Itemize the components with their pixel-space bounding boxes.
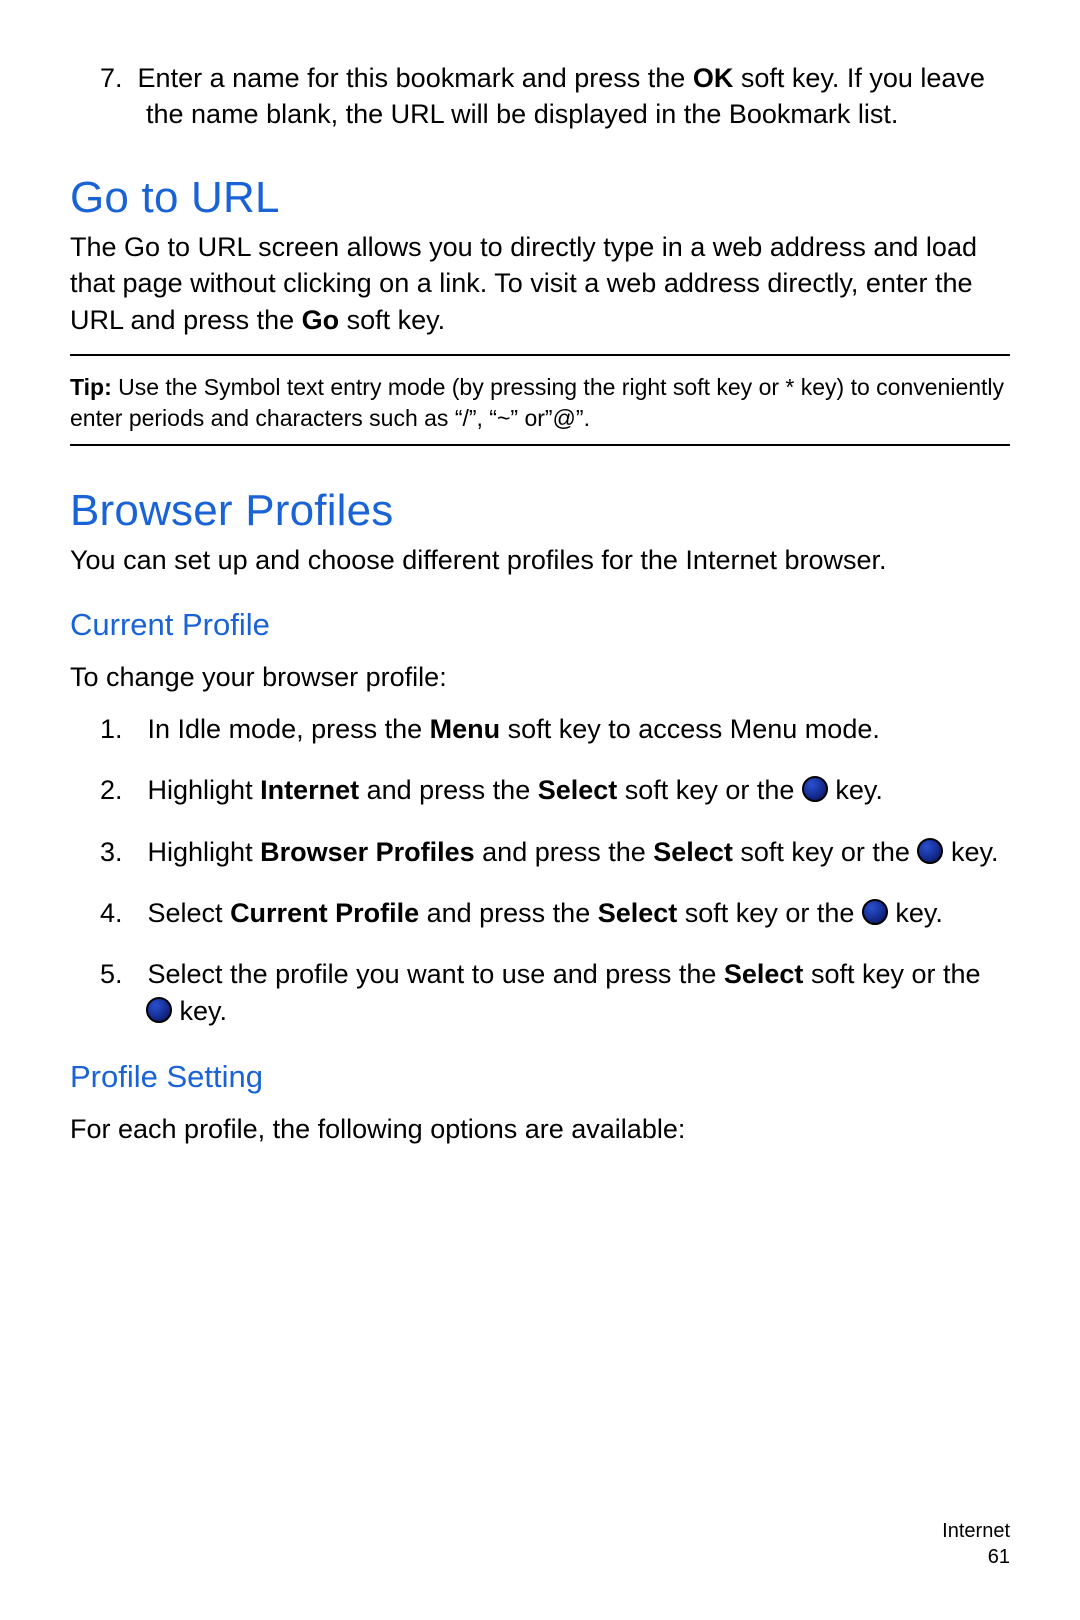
body-text: For each profile, the following options … — [70, 1111, 1010, 1147]
text-run: key. — [172, 996, 227, 1026]
body-text: The Go to URL screen allows you to direc… — [70, 229, 1010, 338]
bold-text: Menu — [430, 714, 501, 744]
footer-section: Internet — [942, 1518, 1010, 1544]
step-number: 7. — [100, 63, 123, 93]
tip-label: Tip: — [70, 374, 112, 400]
heading-browser-profiles: Browser Profiles — [70, 486, 1010, 536]
step-item: Select Current Profile and press the Sel… — [100, 895, 1010, 932]
text-run: and press the — [359, 775, 538, 805]
page-footer: Internet 61 — [942, 1518, 1010, 1570]
step-item: In Idle mode, press the Menu soft key to… — [100, 711, 1010, 748]
nav-key-icon — [862, 899, 888, 925]
bold-text: Browser Profiles — [260, 837, 475, 867]
step-item: Highlight Browser Profiles and press the… — [100, 834, 1010, 871]
text-run: soft key or the — [803, 959, 980, 989]
divider — [70, 444, 1010, 446]
heading-go-to-url: Go to URL — [70, 173, 1010, 223]
text-run: Highlight — [148, 775, 261, 805]
footer-page-number: 61 — [942, 1544, 1010, 1570]
tip-text: Use the Symbol text entry mode (by press… — [70, 374, 1004, 431]
bold-text: OK — [693, 63, 734, 93]
body-text: You can set up and choose different prof… — [70, 542, 1010, 578]
subheading-current-profile: Current Profile — [70, 607, 1010, 643]
text-run: key. — [943, 837, 998, 867]
nav-key-icon — [802, 776, 828, 802]
text-run: soft key to access Menu mode. — [500, 714, 880, 744]
text-run: Select the profile you want to use and p… — [148, 959, 724, 989]
bold-text: Select — [538, 775, 618, 805]
text-run: In Idle mode, press the — [148, 714, 430, 744]
text-run: Highlight — [148, 837, 261, 867]
document-page: 7. Enter a name for this bookmark and pr… — [0, 0, 1080, 1620]
text-run: and press the — [475, 837, 654, 867]
text-run: soft key. — [339, 305, 445, 335]
tip-block: Tip: Use the Symbol text entry mode (by … — [70, 372, 1010, 434]
steps-list: In Idle mode, press the Menu soft key to… — [70, 711, 1010, 1031]
bold-text: Select — [724, 959, 804, 989]
bold-text: Current Profile — [230, 898, 419, 928]
step-item: Select the profile you want to use and p… — [100, 956, 1010, 1031]
body-text: To change your browser profile: — [70, 659, 1010, 695]
nav-key-icon — [146, 997, 172, 1023]
text-run: soft key or the — [617, 775, 802, 805]
text-run: The Go to URL screen allows you to direc… — [70, 232, 977, 335]
bold-text: Internet — [260, 775, 359, 805]
step-text: Enter a name for this bookmark and press… — [138, 63, 693, 93]
nav-key-icon — [917, 838, 943, 864]
text-run: soft key or the — [677, 898, 862, 928]
text-run: Select — [148, 898, 231, 928]
text-run: soft key or the — [733, 837, 918, 867]
bold-text: Go — [302, 305, 340, 335]
text-run: key. — [888, 898, 943, 928]
divider — [70, 354, 1010, 356]
text-run: key. — [828, 775, 883, 805]
subheading-profile-setting: Profile Setting — [70, 1059, 1010, 1095]
bold-text: Select — [598, 898, 678, 928]
text-run: and press the — [419, 898, 598, 928]
ordered-step-7: 7. Enter a name for this bookmark and pr… — [100, 60, 1010, 133]
bold-text: Select — [653, 837, 733, 867]
step-item: Highlight Internet and press the Select … — [100, 772, 1010, 809]
